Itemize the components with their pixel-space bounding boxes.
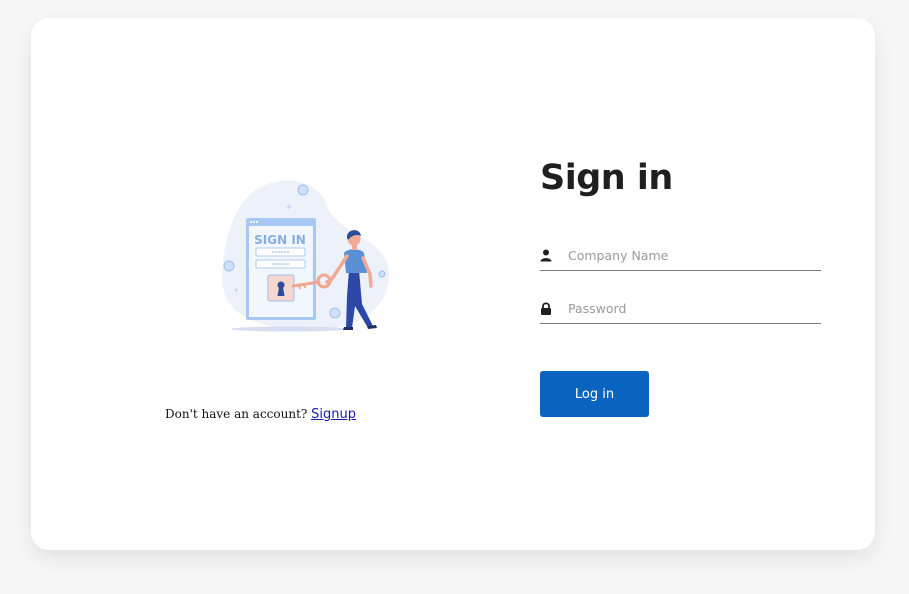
password-input[interactable] (568, 297, 818, 319)
sign-in-illustration: ✦ ✦ SIGN IN ****** ****** (221, 180, 389, 332)
login-button[interactable]: Log in (540, 371, 649, 417)
page-title: Sign in (540, 158, 673, 198)
company-name-field (540, 244, 821, 271)
svg-text:✦: ✦ (285, 203, 293, 213)
signup-prompt: Don't have an account? Signup (165, 407, 356, 422)
user-icon (540, 249, 552, 262)
login-card: ✦ ✦ SIGN IN ****** ****** Don't have an … (31, 18, 875, 550)
illustration-masked-field: ****** (272, 250, 290, 257)
signup-prompt-text: Don't have an account? (165, 407, 308, 421)
password-field (540, 297, 821, 324)
signup-link[interactable]: Signup (311, 407, 356, 422)
company-name-input[interactable] (568, 244, 818, 266)
lock-icon (541, 302, 551, 315)
illustration-masked-field: ****** (272, 262, 290, 269)
svg-text:✦: ✦ (233, 286, 240, 295)
illustration-title: SIGN IN (254, 233, 306, 247)
